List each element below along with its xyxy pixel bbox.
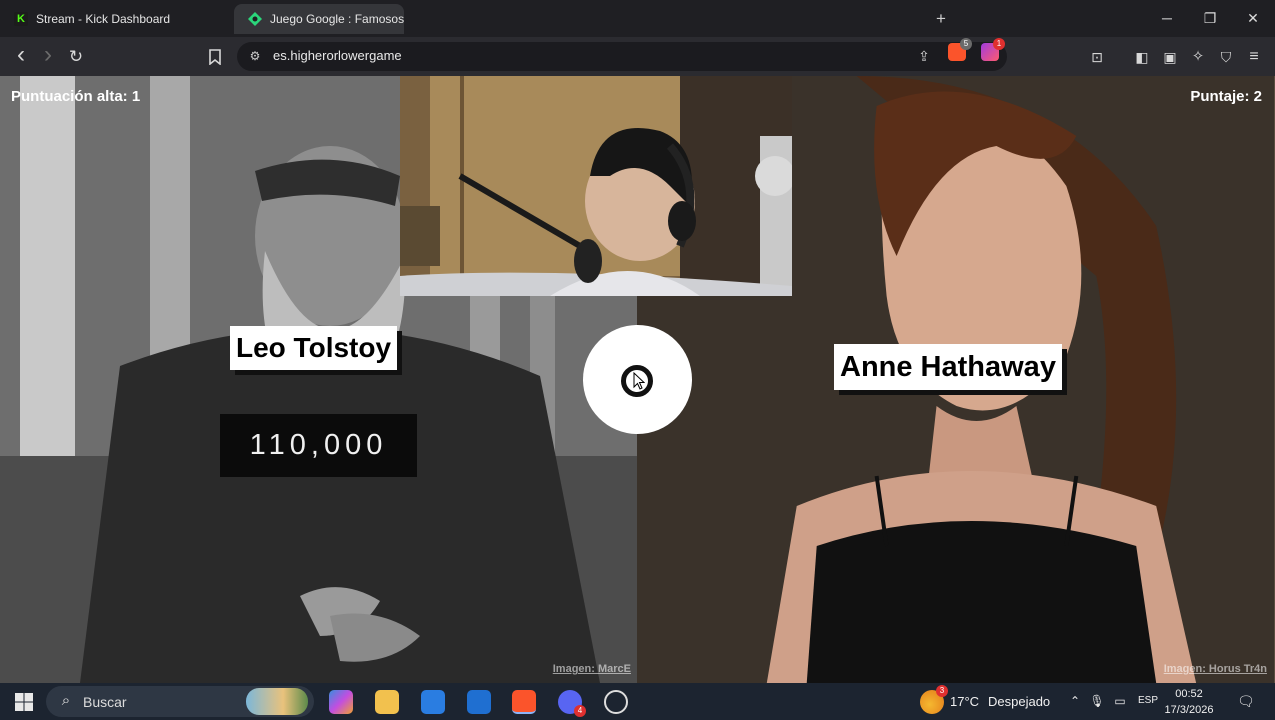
right-image-credit[interactable]: Imagen: Horus Tr4n [1164, 663, 1267, 675]
brave-browser-icon[interactable] [512, 690, 536, 714]
search-icon: ⌕ [61, 692, 71, 709]
mouse-cursor-icon [633, 372, 645, 390]
webcam-overlay [400, 76, 792, 296]
restore-button[interactable]: ❐ [1188, 0, 1232, 37]
game-icon [248, 12, 262, 26]
obs-icon[interactable] [604, 690, 628, 714]
close-window-button[interactable]: ✕ [1231, 0, 1275, 37]
bookmark-icon [209, 49, 221, 66]
taskbar-search[interactable]: ⌕ Buscar [46, 686, 314, 717]
current-score: Puntaje: 2 [1190, 88, 1262, 105]
left-image-credit[interactable]: Imagen: MarcE [553, 663, 631, 675]
tab-label: Stream - Kick Dashboard [36, 12, 171, 26]
brave-rewards-icon[interactable]: 1 [981, 38, 1005, 61]
tab-search-icon[interactable]: ⊡ [1084, 44, 1110, 70]
reload-button[interactable]: ↻ [63, 44, 89, 70]
taskbar: ⌕ Buscar 4 3 17°C Despejado ⌃ 🎙 ▭ ESP 00… [0, 683, 1275, 720]
chevron-up-icon[interactable]: ⌃ [1067, 693, 1083, 709]
leo-ai-icon[interactable]: ✧ [1185, 44, 1211, 70]
tab-game[interactable]: Juego Google : Famosos: ¿ [234, 4, 404, 34]
right-celebrity-name: Anne Hathaway [834, 344, 1062, 390]
clock[interactable]: 00:52 17/3/2026 [1159, 686, 1219, 718]
language-indicator[interactable]: ESP [1138, 695, 1158, 706]
weather-temp[interactable]: 17°C [950, 694, 979, 709]
brave-shields-icon[interactable]: 5 [948, 38, 972, 61]
windows-start-icon[interactable] [12, 690, 36, 714]
network-icon[interactable]: ▭ [1112, 693, 1128, 709]
discord-icon[interactable]: 4 [558, 690, 586, 717]
tab-strip: K Stream - Kick Dashboard Juego Google :… [0, 0, 1275, 37]
back-button[interactable]: ‹ [8, 43, 34, 70]
search-highlight-image [246, 688, 308, 715]
clock-time: 00:52 [1175, 688, 1203, 700]
forward-button[interactable]: › [35, 43, 61, 70]
outlook-icon[interactable] [467, 690, 491, 714]
share-icon[interactable]: ⇪ [914, 46, 934, 66]
microsoft-store-icon[interactable] [421, 690, 445, 714]
bookmark-button[interactable] [202, 44, 228, 70]
left-search-value: 110,000 [220, 414, 417, 477]
wallet-icon[interactable]: ▣ [1157, 44, 1183, 70]
site-settings-icon[interactable]: ⚙ [246, 47, 264, 65]
browser-toolbar: ‹ › ↻ ⚙ es.higherorlowergame ⇪ 5 1 ⊡ ◧ ▣… [0, 37, 1275, 76]
webcam-feed [400, 76, 792, 296]
weather-desc[interactable]: Despejado [988, 694, 1050, 709]
tab-kick-dashboard[interactable]: K Stream - Kick Dashboard [0, 4, 225, 34]
search-placeholder: Buscar [83, 694, 127, 710]
tab-label: Juego Google : Famosos: ¿ [270, 12, 404, 26]
menu-icon[interactable]: ≡ [1241, 44, 1267, 70]
copilot-icon[interactable] [329, 690, 353, 714]
weather-icon[interactable]: 3 [920, 685, 948, 714]
notification-icon[interactable]: 🗨 [1237, 693, 1255, 709]
minimize-button[interactable]: ─ [1145, 0, 1189, 37]
high-score: Puntuación alta: 1 [11, 88, 141, 105]
kick-icon: K [14, 12, 28, 26]
screen: K Stream - Kick Dashboard Juego Google :… [0, 0, 1275, 720]
clock-date: 17/3/2026 [1164, 704, 1214, 716]
address-bar[interactable]: ⚙ es.higherorlowergame ⇪ [237, 42, 1007, 71]
url-text[interactable]: es.higherorlowergame [273, 48, 402, 63]
left-celebrity-name: Leo Tolstoy [230, 326, 398, 370]
file-explorer-icon[interactable] [375, 690, 399, 714]
new-tab-button[interactable]: + [930, 8, 952, 30]
game-area: Puntuación alta: 1 Puntaje: 2 Leo Tolsto… [0, 76, 1275, 683]
vpn-icon[interactable]: ⛉ [1213, 44, 1239, 70]
microphone-icon[interactable]: 🎙 [1089, 693, 1105, 709]
sidebar-icon[interactable]: ◧ [1129, 44, 1155, 70]
